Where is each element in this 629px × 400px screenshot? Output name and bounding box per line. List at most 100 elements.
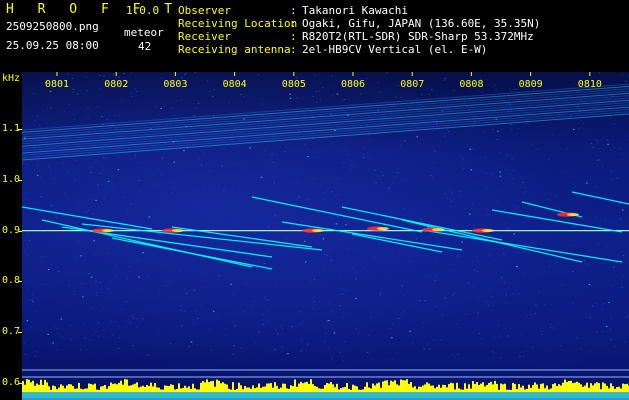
noise-speck	[341, 355, 344, 357]
noise-speck	[131, 315, 133, 317]
noise-speck	[368, 139, 371, 141]
noise-speck	[595, 217, 598, 219]
noise-speck	[228, 102, 230, 104]
noise-speck	[331, 356, 333, 358]
noise-speck	[420, 218, 422, 220]
noise-speck	[487, 214, 489, 215]
noise-speck	[314, 74, 317, 76]
noise-speck	[107, 238, 109, 240]
noise-speck	[191, 195, 193, 197]
noise-speck	[601, 165, 604, 167]
noise-speck	[440, 339, 442, 341]
noise-speck	[179, 237, 181, 239]
noise-speck	[233, 164, 236, 166]
noise-speck	[601, 331, 603, 332]
noise-speck	[47, 107, 49, 109]
noise-speck	[260, 176, 263, 178]
noise-speck	[423, 282, 425, 284]
noise-speck	[485, 156, 487, 158]
noise-speck	[625, 316, 628, 318]
noise-speck	[238, 188, 240, 190]
noise-speck	[548, 158, 550, 160]
noise-speck	[77, 240, 79, 242]
noise-speck	[109, 114, 111, 116]
noise-speck	[205, 240, 207, 242]
noise-speck	[152, 181, 154, 183]
noise-speck	[99, 172, 102, 174]
noise-speck	[454, 292, 457, 294]
noise-speck	[327, 249, 329, 251]
noise-speck	[53, 178, 55, 180]
noise-speck	[243, 96, 245, 98]
y-tick-mark	[18, 332, 22, 334]
noise-speck	[125, 301, 127, 303]
noise-speck	[331, 359, 333, 361]
noise-speck	[378, 243, 380, 245]
noise-speck	[31, 300, 33, 301]
info-value: Takanori Kawachi	[302, 4, 408, 17]
noise-speck	[389, 328, 391, 329]
noise-speck	[333, 332, 336, 334]
noise-speck	[195, 107, 197, 109]
info-value: Ogaki, Gifu, JAPAN (136.60E, 35.35N)	[302, 17, 541, 30]
noise-speck	[82, 296, 84, 298]
noise-speck	[234, 128, 237, 130]
noise-speck	[589, 351, 592, 353]
noise-speck	[574, 225, 576, 226]
noise-speck	[173, 161, 175, 163]
noise-speck	[598, 72, 601, 74]
noise-speck	[355, 278, 357, 280]
noise-speck	[549, 323, 552, 325]
info-label: Observer	[178, 4, 231, 17]
noise-speck	[518, 292, 521, 294]
noise-speck	[236, 225, 239, 227]
noise-speck	[120, 99, 123, 101]
noise-speck	[30, 326, 32, 328]
noise-speck	[189, 201, 191, 203]
noise-speck	[198, 157, 201, 159]
noise-speck	[230, 283, 232, 285]
noise-speck	[129, 92, 131, 94]
noise-speck	[126, 222, 129, 224]
noise-speck	[433, 161, 435, 163]
noise-speck	[619, 218, 622, 220]
noise-speck	[318, 156, 321, 158]
noise-speck	[462, 168, 464, 170]
noise-speck	[33, 124, 35, 126]
noise-speck	[622, 209, 624, 211]
noise-speck	[24, 353, 26, 355]
noise-speck	[590, 143, 592, 145]
noise-speck	[157, 334, 159, 336]
noise-speck	[84, 337, 86, 339]
noise-speck	[318, 90, 320, 92]
noise-speck	[386, 72, 388, 74]
noise-speck	[31, 294, 34, 296]
noise-speck	[204, 220, 206, 222]
noise-speck	[223, 190, 225, 192]
noise-speck	[199, 274, 201, 276]
noise-speck	[58, 271, 60, 272]
noise-speck	[209, 208, 212, 209]
noise-speck	[160, 158, 163, 160]
noise-speck	[382, 175, 384, 177]
noise-speck	[331, 141, 334, 143]
noise-speck	[281, 277, 283, 279]
noise-speck	[158, 167, 161, 169]
noise-speck	[379, 292, 382, 294]
noise-speck	[446, 128, 449, 130]
noise-speck	[134, 154, 137, 156]
noise-speck	[511, 129, 513, 131]
noise-speck	[301, 321, 303, 323]
noise-speck	[582, 122, 584, 124]
noise-speck	[335, 223, 338, 225]
noise-speck	[321, 87, 324, 88]
noise-speck	[355, 297, 357, 299]
noise-speck	[155, 106, 158, 108]
noise-speck	[404, 140, 406, 142]
noise-speck	[597, 141, 599, 143]
noise-speck	[513, 170, 515, 172]
noise-speck	[97, 322, 99, 324]
noise-speck	[233, 345, 235, 347]
noise-speck	[80, 349, 82, 351]
info-label: Receiving antenna	[178, 43, 291, 56]
